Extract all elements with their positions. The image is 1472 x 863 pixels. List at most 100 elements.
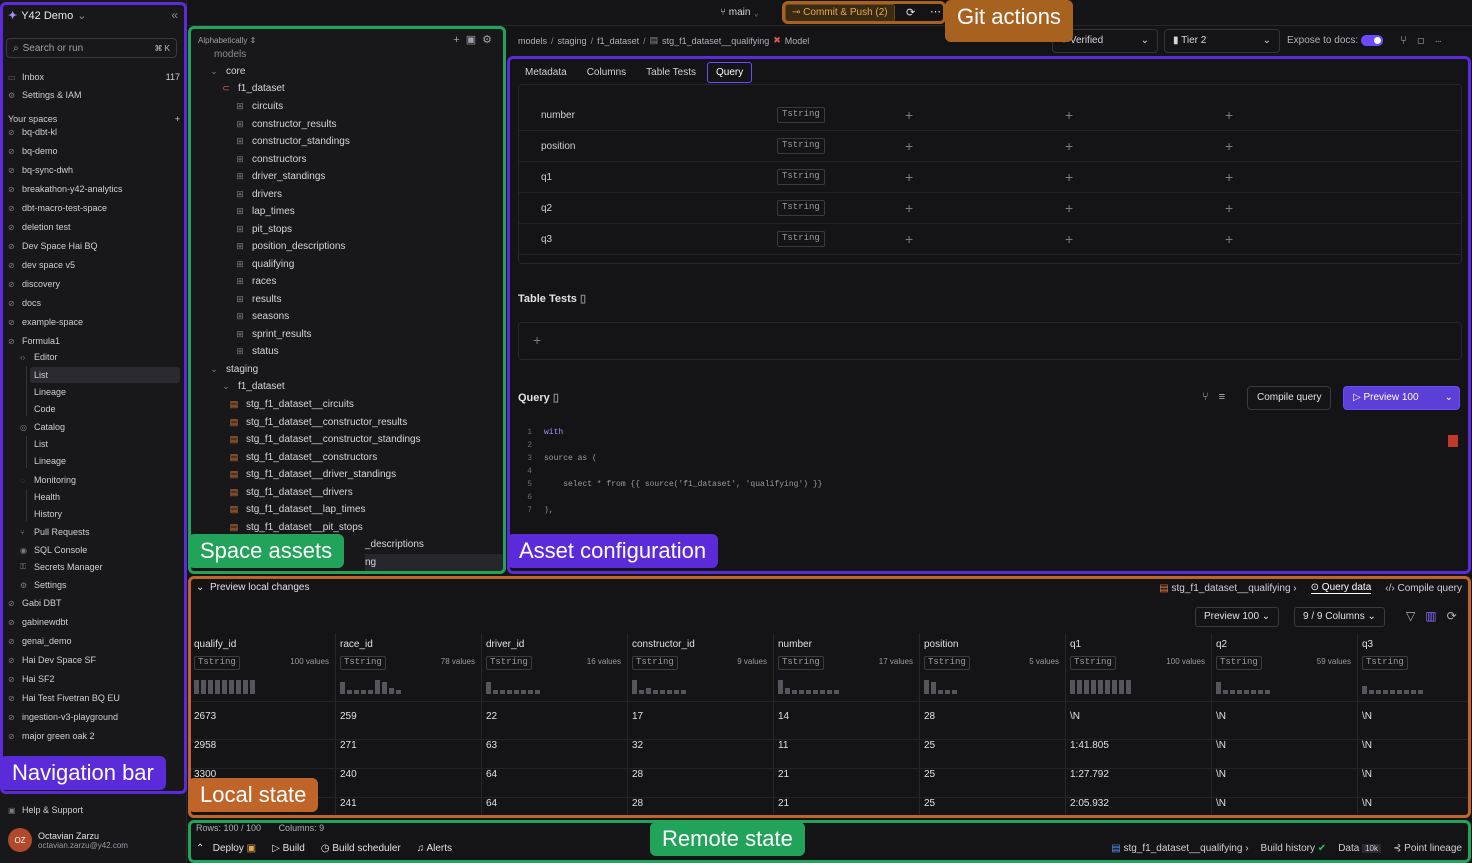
table-cell[interactable]: \N	[1362, 798, 1372, 809]
table-cell[interactable]: 2958	[194, 740, 216, 751]
table-cell[interactable]: 64	[486, 769, 497, 780]
sidebar-space-item[interactable]: ⊘ bq-demo	[8, 143, 180, 159]
column-header[interactable]: q1	[1070, 639, 1081, 650]
tree-item-table[interactable]: ⊞ constructor_results	[234, 116, 336, 133]
add-test-icon[interactable]: +	[905, 231, 913, 247]
docs-icon[interactable]: ▯	[553, 392, 559, 404]
table-cell[interactable]: \N	[1216, 740, 1226, 751]
tree-item-staging-model[interactable]: ▤ stg_f1_dataset__constructors	[228, 449, 377, 466]
add-icon[interactable]: +	[453, 34, 465, 46]
branch-icon[interactable]: ⑂	[1400, 33, 1417, 47]
add-test-icon[interactable]: +	[1225, 200, 1233, 216]
table-cell[interactable]: \N	[1216, 711, 1226, 722]
crumb-model[interactable]: stg_f1_dataset__qualifying	[662, 36, 769, 46]
sidebar-space-item[interactable]: ⊘ genai_demo	[8, 633, 180, 649]
format-icon[interactable]: ≡	[1219, 391, 1235, 403]
table-cell[interactable]: 25	[924, 740, 935, 751]
refresh-icon[interactable]: ⟳	[1447, 609, 1467, 623]
table-cell[interactable]: 22	[486, 711, 497, 722]
table-cell[interactable]: \N	[1362, 711, 1372, 722]
filter-icon[interactable]: ▽	[1406, 609, 1425, 623]
column-header[interactable]: qualify_id	[194, 639, 236, 650]
sidebar-item-space-settings[interactable]: ⚙ Settings	[20, 577, 180, 593]
sidebar-item-secrets-manager[interactable]: ⚿ Secrets Manager	[20, 559, 180, 575]
preview-model[interactable]: ▤ stg_f1_dataset__qualifying ›	[1159, 583, 1296, 594]
table-cell[interactable]: \N	[1362, 769, 1372, 780]
add-space-icon[interactable]: +	[175, 114, 180, 124]
tab-compile-query[interactable]: ‹/› Compile query	[1385, 583, 1462, 594]
column-header[interactable]: constructor_id	[632, 639, 695, 650]
expose-toggle[interactable]	[1360, 35, 1383, 46]
add-test-icon[interactable]: +	[1065, 107, 1073, 123]
build-history-button[interactable]: Build history ✔	[1261, 843, 1327, 854]
sidebar-space-item[interactable]: ⊘ Formula1	[8, 333, 180, 349]
add-test-icon[interactable]: +	[1065, 138, 1073, 154]
sidebar-item-catalog-lineage[interactable]: Lineage	[30, 453, 180, 469]
table-cell[interactable]: 1:27.792	[1070, 769, 1109, 780]
sidebar-space-item[interactable]: ⊘ breakathon-y42-analytics	[8, 181, 180, 197]
tree-item-table[interactable]: ⊞ sprint_results	[234, 326, 311, 343]
sidebar-space-item[interactable]: ⊘ Hai SF2	[8, 671, 180, 687]
user-profile[interactable]: OZ Octavian Zarzu octavian.zarzu@y42.com	[8, 828, 128, 852]
column-header[interactable]: q2	[1216, 639, 1227, 650]
table-cell[interactable]: 240	[340, 769, 357, 780]
tree-item-staging[interactable]: ⌄ staging	[208, 361, 258, 378]
tree-item-staging-model[interactable]: ▤ stg_f1_dataset__driver_standings	[228, 466, 396, 483]
build-button[interactable]: ▷ Build	[272, 843, 305, 854]
columns-icon[interactable]: ▥	[1425, 609, 1446, 623]
add-test-icon[interactable]: +	[1225, 231, 1233, 247]
tier-select[interactable]: ▮ Tier 2 ⌄	[1164, 29, 1280, 53]
tree-item-table[interactable]: ⊞ qualifying	[234, 256, 294, 273]
comment-icon[interactable]: ▢	[1417, 33, 1434, 47]
sidebar-item-catalog-list[interactable]: List	[30, 436, 180, 452]
branch-selector[interactable]: ⑂ main ⌄	[720, 7, 759, 18]
preview-header[interactable]: ⌄ Preview local changes	[196, 582, 309, 593]
table-cell[interactable]: 21	[778, 769, 789, 780]
add-test-icon[interactable]: +	[1225, 107, 1233, 123]
sidebar-item-editor[interactable]: ‹› Editor	[20, 349, 180, 365]
deploy-button[interactable]: ⌃ Deploy ▣	[196, 843, 256, 854]
sidebar-item-monitoring[interactable]: ◌ Monitoring	[20, 472, 180, 488]
sidebar-item-settings-iam[interactable]: ⚙ Settings & IAM	[8, 87, 180, 103]
folder-add-icon[interactable]: ▣	[466, 34, 482, 46]
add-test-icon[interactable]: +	[905, 169, 913, 185]
table-cell[interactable]: 17	[632, 711, 643, 722]
tree-item-staging-model[interactable]: ▤ stg_f1_dataset__constructor_results	[228, 414, 407, 431]
table-cell[interactable]: \N	[1362, 740, 1372, 751]
sidebar-space-item[interactable]: ⊘ docs	[8, 295, 180, 311]
commit-push-button[interactable]: ⊸ Commit & Push (2)	[785, 4, 895, 22]
table-cell[interactable]: 21	[778, 798, 789, 809]
tree-item-models[interactable]: models	[214, 46, 246, 63]
tree-item-staging-model[interactable]: ▤ stg_f1_dataset__constructor_standings	[228, 431, 421, 448]
table-cell[interactable]: \N	[1216, 798, 1226, 809]
tree-item-staging-model[interactable]: ▤ stg_f1_dataset__circuits	[228, 396, 354, 413]
search-input[interactable]: ⌕ Search or run ⌘ K	[6, 38, 177, 58]
docs-icon[interactable]: ▯	[580, 293, 586, 305]
collapse-sidebar-icon[interactable]: «	[171, 8, 178, 22]
more-options-icon[interactable]: ⋯	[930, 5, 941, 18]
table-cell[interactable]: 32	[632, 740, 643, 751]
table-cell[interactable]: 271	[340, 740, 357, 751]
tree-item-table[interactable]: ⊞ pit_stops	[234, 221, 292, 238]
tree-item-table[interactable]: ⊞ constructors	[234, 151, 306, 168]
crumb-dataset[interactable]: f1_dataset	[597, 36, 639, 46]
sidebar-space-item[interactable]: ⊘ Dev Space Hai BQ	[8, 238, 180, 254]
tree-item-table[interactable]: ⊞ lap_times	[234, 203, 295, 220]
tree-item-table[interactable]: ⊞ seasons	[234, 308, 289, 325]
table-cell[interactable]: \N	[1070, 711, 1080, 722]
sidebar-space-item[interactable]: ⊘ major green oak 2	[8, 728, 180, 744]
sidebar-space-item[interactable]: ⊘ Hai Test Fivetran BQ EU	[8, 690, 180, 706]
table-cell[interactable]: 64	[486, 798, 497, 809]
column-header[interactable]: number	[778, 639, 812, 650]
sidebar-item-catalog[interactable]: ◎ Catalog	[20, 419, 180, 435]
add-test-icon[interactable]: +	[905, 107, 913, 123]
crumb-staging[interactable]: staging	[558, 36, 587, 46]
sidebar-space-item[interactable]: ⊘ Gabi DBT	[8, 595, 180, 611]
columns-select[interactable]: 9 / 9 Columns ⌄	[1294, 607, 1385, 627]
tree-item-table[interactable]: ⊞ driver_standings	[234, 168, 325, 185]
sidebar-space-item[interactable]: ⊘ discovery	[8, 276, 180, 292]
add-test-icon[interactable]: +	[1065, 200, 1073, 216]
branch-icon[interactable]: ⑂	[1202, 391, 1219, 403]
gear-icon[interactable]: ⚙	[482, 34, 498, 46]
add-test-icon[interactable]: +	[1065, 169, 1073, 185]
